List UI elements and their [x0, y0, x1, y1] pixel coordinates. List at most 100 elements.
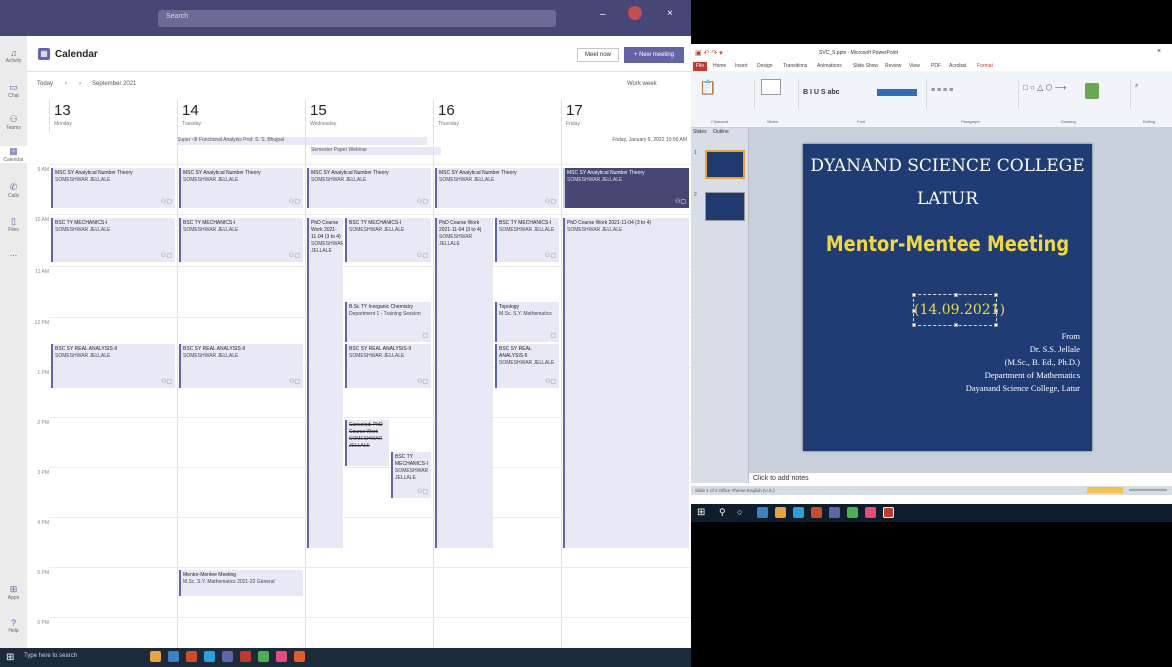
- tab-review[interactable]: Review: [885, 63, 901, 69]
- allday-event[interactable]: Semester Paper Webinar: [311, 147, 441, 155]
- file-explorer-icon[interactable]: [775, 507, 786, 518]
- file-tab[interactable]: File: [693, 62, 707, 71]
- month-picker[interactable]: September 2021: [92, 81, 136, 87]
- day-header-mon[interactable]: 13 Monday: [49, 100, 177, 132]
- slides-tab[interactable]: Slides: [693, 129, 707, 135]
- office-icon[interactable]: [186, 651, 197, 662]
- tab-slideshow[interactable]: Slide Show: [853, 63, 878, 69]
- tab-pdf[interactable]: PDF: [931, 63, 941, 69]
- slide-thumbnail-2[interactable]: [705, 192, 745, 221]
- event-card-selected[interactable]: MSC SY Analytical Number Theory SOMESHWAR…: [563, 168, 689, 208]
- slide-presenter-block[interactable]: From Dr. S.S. Jellale (M.Sc., B. Ed., Ph…: [966, 330, 1080, 395]
- find-icon[interactable]: ⌕: [1135, 83, 1138, 90]
- taskbar-search[interactable]: Type here to search: [24, 653, 77, 659]
- slides-group[interactable]: [755, 79, 799, 109]
- app-icon[interactable]: [865, 507, 876, 518]
- day-header-wed[interactable]: 15 Wednesday: [305, 100, 433, 132]
- task-view-icon[interactable]: ○: [737, 507, 742, 517]
- current-slide[interactable]: DYANAND SCIENCE COLLEGE LATUR Mentor-Men…: [803, 144, 1092, 451]
- event-card[interactable]: BSC TY MECHANICS-I SOMESHWAR JELLALE ⚇▢: [345, 218, 431, 262]
- event-card[interactable]: Topology M.Sc. S.Y. Mathematics ▢: [495, 302, 559, 342]
- drawing-group[interactable]: □ ○ △ ⬡ ⟶: [1019, 79, 1131, 109]
- event-card[interactable]: BSC SY REAL ANALYSIS-II SOMESHWAR JELLALE…: [495, 344, 559, 388]
- windows-start-icon[interactable]: ⊞: [697, 507, 705, 518]
- slide-college-title[interactable]: DYANAND SCIENCE COLLEGE: [803, 156, 1092, 176]
- more-apps-icon[interactable]: ...: [0, 248, 27, 258]
- resize-handle[interactable]: [912, 323, 916, 327]
- close-icon[interactable]: ×: [667, 8, 673, 19]
- tab-view[interactable]: View: [909, 63, 920, 69]
- today-button[interactable]: Today: [37, 81, 53, 87]
- files-icon[interactable]: ▯ Files: [0, 216, 27, 233]
- editing-group[interactable]: ⌕: [1131, 79, 1171, 109]
- app-icon[interactable]: [757, 507, 768, 518]
- outline-tab[interactable]: Outline: [713, 129, 729, 135]
- event-card[interactable]: MSC SY Analytical Number Theory SOMESHWAR…: [51, 168, 175, 208]
- prev-week-icon[interactable]: ‹: [65, 81, 67, 87]
- tab-transitions[interactable]: Transitions: [783, 63, 807, 69]
- ppt-quick-access[interactable]: ▣ ↶ ↷ ▾: [695, 49, 723, 57]
- office-icon[interactable]: [811, 507, 822, 518]
- event-card[interactable]: MSC SY Analytical Number Theory SOMESHWAR…: [179, 168, 303, 208]
- tab-format[interactable]: Format: [977, 63, 993, 69]
- day-header-thu[interactable]: 16 Thursday: [433, 100, 561, 132]
- quick-styles-icon[interactable]: [1085, 83, 1099, 99]
- slide-city[interactable]: LATUR: [803, 189, 1092, 209]
- event-card[interactable]: MSC SY Analytical Number Theory SOMESHWAR…: [307, 168, 431, 208]
- avatar[interactable]: [628, 6, 642, 20]
- new-slide-icon[interactable]: [761, 79, 781, 95]
- chrome-icon[interactable]: [847, 507, 858, 518]
- event-card[interactable]: BSC SY REAL ANALYSIS-II SOMESHWAR JELLALE…: [345, 344, 431, 388]
- calendar-icon[interactable]: ▦ Calendar: [0, 146, 27, 163]
- tab-acrobat[interactable]: Acrobat: [949, 63, 966, 69]
- event-card[interactable]: B.Sc TY Inorganic Chemistry Department 1 …: [345, 302, 431, 342]
- view-buttons[interactable]: [1087, 487, 1123, 493]
- zoom-slider[interactable]: [1129, 489, 1167, 491]
- event-card[interactable]: PhD Course Work 2021-11-04 (3 to 4) SOMES…: [563, 218, 689, 548]
- shapes-icon[interactable]: □ ○ △ ⬡ ⟶: [1023, 83, 1066, 92]
- event-card[interactable]: BSC SY REAL ANALYSIS-II SOMESHWAR JELLALE…: [179, 344, 303, 388]
- event-card[interactable]: BSC TY MECHANICS-I SOMESHWAR JELLALE ⚇▢: [495, 218, 559, 262]
- powerpoint-taskbar-icon[interactable]: [240, 651, 251, 662]
- calls-icon[interactable]: ✆ Calls: [0, 182, 27, 199]
- slide-thumbnail-1[interactable]: [705, 150, 745, 179]
- allday-event[interactable]: Super -III Functional Analysis Prof. S. …: [177, 137, 427, 145]
- paste-icon[interactable]: 📋: [699, 79, 716, 96]
- tab-design[interactable]: Design: [757, 63, 773, 69]
- tab-home[interactable]: Home: [713, 63, 726, 69]
- event-card[interactable]: BSC TY MECHANICS-I SOMESHWAR JELLALE ⚇▢: [391, 452, 431, 498]
- windows-start-icon[interactable]: ⊞: [6, 652, 14, 663]
- paragraph-group[interactable]: ≡ ≡ ≡ ≡: [927, 79, 1019, 109]
- clipboard-group[interactable]: 📋: [693, 79, 755, 109]
- tab-animations[interactable]: Animations: [817, 63, 842, 69]
- teams-taskbar-icon[interactable]: [829, 507, 840, 518]
- edge-icon[interactable]: [793, 507, 804, 518]
- event-card[interactable]: BSC TY MECHANICS-I SOMESHWAR JELLALE ⚇▢: [179, 218, 303, 262]
- slide-meeting-title[interactable]: Mentor-Mentee Meeting: [825, 232, 1071, 256]
- mail-icon[interactable]: [204, 651, 215, 662]
- resize-handle[interactable]: [994, 293, 998, 297]
- event-card[interactable]: BSC TY MECHANICS-I SOMESHWAR JELLALE ⚇▢: [51, 218, 175, 262]
- chat-icon[interactable]: ▭ Chat: [0, 82, 27, 99]
- event-card[interactable]: PhD Course Work 2021-11-04 (3 to 4) SOMES…: [435, 218, 493, 548]
- app-icon[interactable]: [294, 651, 305, 662]
- resize-handle[interactable]: [954, 293, 958, 297]
- font-color-icon[interactable]: [877, 89, 917, 96]
- canceled-event-card[interactable]: Canceled: PhD Course Work SOMESHWAR JELLA…: [345, 420, 389, 466]
- selected-textbox[interactable]: (14.09.2021): [912, 293, 1005, 327]
- event-card[interactable]: Mentor-Mentee Meeting M.Sc. S.Y. Mathemat…: [179, 570, 303, 596]
- search-icon[interactable]: ⚲: [719, 507, 726, 518]
- resize-handle[interactable]: [954, 323, 958, 327]
- apps-icon[interactable]: ⊞ Apps: [0, 584, 27, 601]
- edge-icon[interactable]: [168, 651, 179, 662]
- search-input[interactable]: Search: [158, 10, 556, 27]
- help-icon[interactable]: ? Help: [0, 618, 27, 634]
- close-icon[interactable]: ×: [1157, 48, 1161, 55]
- activity-icon[interactable]: ♫ Activity: [0, 48, 27, 64]
- event-card[interactable]: PhD Course Work 2021-11-04 (3 to 4) SOMES…: [307, 218, 343, 548]
- teams-icon[interactable]: ⚇ Teams: [0, 114, 27, 131]
- event-card[interactable]: MSC SY Analytical Number Theory SOMESHWAR…: [435, 168, 559, 208]
- resize-handle[interactable]: [994, 323, 998, 327]
- notes-pane[interactable]: Click to add notes: [749, 472, 1172, 486]
- view-selector[interactable]: Work week: [627, 81, 657, 87]
